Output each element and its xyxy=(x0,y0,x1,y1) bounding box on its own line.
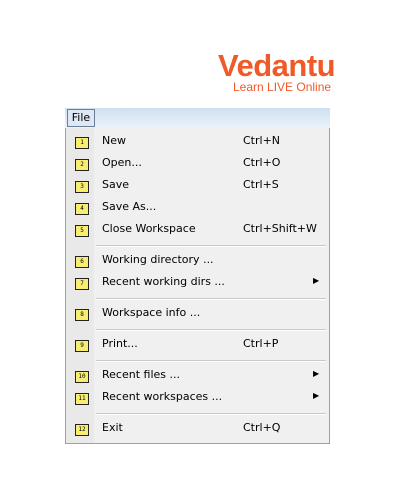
menu-item-workspace-info[interactable]: 8 Workspace info ... xyxy=(66,303,329,325)
menu-item-recent-workspaces[interactable]: 11 Recent workspaces ... ▶ xyxy=(66,387,329,409)
file-menu-dropdown: 1 New Ctrl+N 2 Open... Ctrl+O 3 Save Ctr… xyxy=(65,128,330,444)
menu-item-label: Save xyxy=(102,178,130,191)
menu-item-label: New xyxy=(102,134,126,147)
key-badge-icon: 1 xyxy=(75,137,89,149)
menu-item-shortcut: Ctrl+N xyxy=(243,134,281,147)
submenu-arrow-icon: ▶ xyxy=(313,369,320,378)
menu-bar: File xyxy=(65,108,330,128)
menu-item-save-as[interactable]: 4 Save As... xyxy=(66,197,329,219)
menu-item-new[interactable]: 1 New Ctrl+N xyxy=(66,131,329,153)
menu-item-label: Recent working dirs ... xyxy=(102,275,225,288)
menu-item-recent-working-dirs[interactable]: 7 Recent working dirs ... ▶ xyxy=(66,272,329,294)
key-badge-icon: 5 xyxy=(75,225,89,237)
file-menu-button[interactable]: File xyxy=(67,109,95,127)
key-badge-icon: 10 xyxy=(75,371,89,383)
menu-item-label: Close Workspace xyxy=(102,222,196,235)
menu-item-shortcut: Ctrl+O xyxy=(243,156,281,169)
menu-item-label: Print... xyxy=(102,337,138,350)
menu-separator xyxy=(96,245,326,247)
menu-item-label: Recent workspaces ... xyxy=(102,390,223,403)
key-badge-icon: 7 xyxy=(75,278,89,290)
menu-item-label: Working directory ... xyxy=(102,253,214,266)
key-badge-icon: 9 xyxy=(75,340,89,352)
submenu-arrow-icon: ▶ xyxy=(313,276,320,285)
menu-item-shortcut: Ctrl+P xyxy=(243,337,279,350)
key-badge-icon: 8 xyxy=(75,309,89,321)
key-badge-icon: 11 xyxy=(75,393,89,405)
key-badge-icon: 12 xyxy=(75,424,89,436)
logo-brand-text: Vedantu xyxy=(218,48,336,83)
menu-item-recent-files[interactable]: 10 Recent files ... ▶ xyxy=(66,365,329,387)
menu-item-shortcut: Ctrl+S xyxy=(243,178,279,191)
menu-item-label: Save As... xyxy=(102,200,157,213)
menu-item-label: Open... xyxy=(102,156,142,169)
menu-item-save[interactable]: 3 Save Ctrl+S xyxy=(66,175,329,197)
menu-item-print[interactable]: 9 Print... Ctrl+P xyxy=(66,334,329,356)
menu-item-shortcut: Ctrl+Q xyxy=(243,421,281,434)
key-badge-icon: 6 xyxy=(75,256,89,268)
menu-item-label: Exit xyxy=(102,421,123,434)
menu-item-label: Workspace info ... xyxy=(102,306,201,319)
menu-item-open[interactable]: 2 Open... Ctrl+O xyxy=(66,153,329,175)
vedantu-logo: Vedantu Learn LIVE Online xyxy=(218,48,338,98)
menu-separator xyxy=(96,360,326,362)
menu-separator xyxy=(96,329,326,331)
menu-separator xyxy=(96,413,326,415)
menu-item-exit[interactable]: 12 Exit Ctrl+Q xyxy=(66,418,329,440)
key-badge-icon: 2 xyxy=(75,159,89,171)
logo-tagline: Learn LIVE Online xyxy=(233,80,332,94)
menu-item-label: Recent files ... xyxy=(102,368,180,381)
menu-separator xyxy=(96,298,326,300)
key-badge-icon: 4 xyxy=(75,203,89,215)
menu-item-shortcut: Ctrl+Shift+W xyxy=(243,222,317,235)
submenu-arrow-icon: ▶ xyxy=(313,391,320,400)
menu-item-working-directory[interactable]: 6 Working directory ... xyxy=(66,250,329,272)
menu-item-close-workspace[interactable]: 5 Close Workspace Ctrl+Shift+W xyxy=(66,219,329,241)
key-badge-icon: 3 xyxy=(75,181,89,193)
